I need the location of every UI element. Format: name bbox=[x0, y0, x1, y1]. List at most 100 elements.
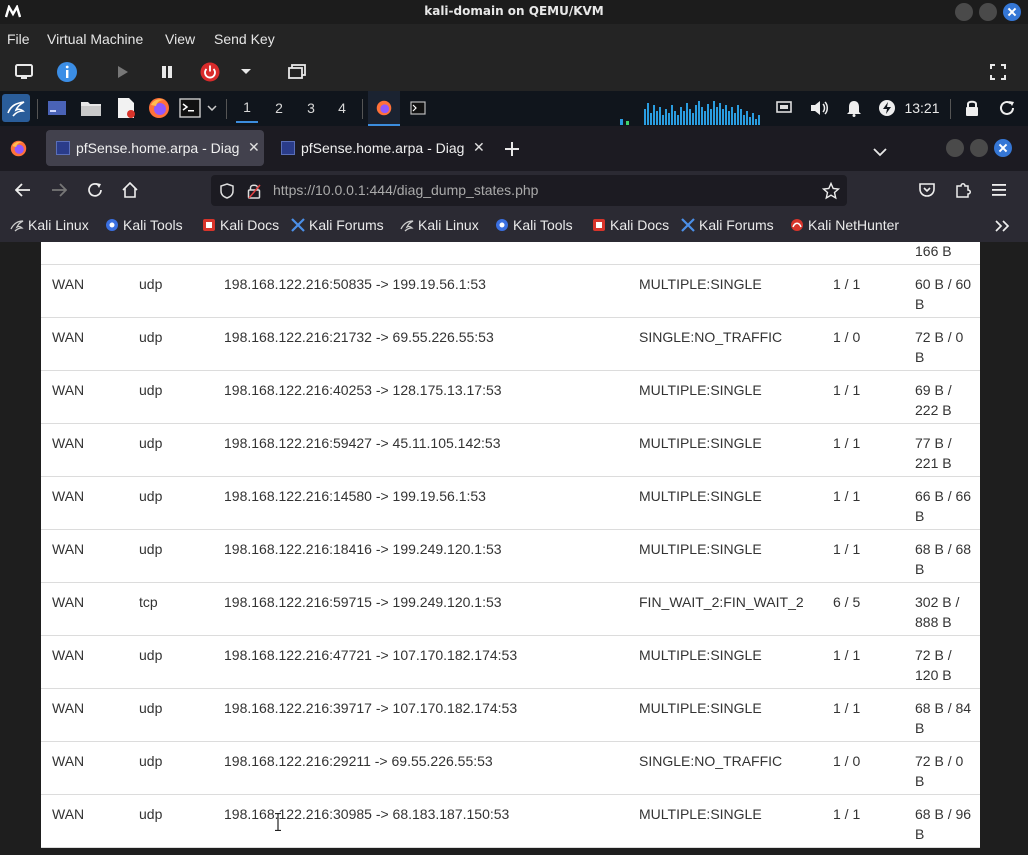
bookmarks-overflow-button[interactable] bbox=[994, 218, 1010, 237]
browser-close-button[interactable] bbox=[994, 139, 1012, 157]
terminal-launcher[interactable] bbox=[178, 97, 202, 119]
cell-interface: WAN bbox=[52, 329, 85, 345]
workspace-4[interactable]: 4 bbox=[331, 97, 353, 119]
close-button[interactable] bbox=[1003, 3, 1021, 21]
notifications-button[interactable] bbox=[844, 97, 864, 119]
firefox-tab-bar: pfSense.home.arpa - Diag ✕ pfSense.home.… bbox=[0, 126, 1028, 171]
close-tab-icon[interactable]: ✕ bbox=[248, 140, 260, 156]
tab-pfsense-1[interactable]: pfSense.home.arpa - Diag ✕ bbox=[46, 130, 264, 166]
bookmark-kali-linux[interactable]: Kali Linux bbox=[10, 217, 89, 233]
pause-button[interactable] bbox=[154, 61, 180, 83]
details-view-button[interactable] bbox=[54, 61, 80, 83]
firefox-view-button[interactable] bbox=[10, 140, 27, 161]
taskbar-terminal[interactable] bbox=[408, 97, 428, 119]
pfsense-favicon bbox=[56, 141, 70, 155]
cell-packets: 1 / 1 bbox=[833, 488, 861, 504]
table-row: WAN udp 198.168.122.216:21732 -> 69.55.226… bbox=[41, 318, 980, 371]
new-tab-button[interactable] bbox=[504, 138, 520, 162]
table-row: WAN udp 198.168.122.216:30985 -> 68.183.18… bbox=[41, 795, 980, 848]
menu-send-key[interactable]: Send Key bbox=[214, 31, 275, 47]
home-button[interactable] bbox=[119, 179, 141, 201]
forward-button[interactable] bbox=[48, 179, 70, 201]
fullscreen-icon bbox=[990, 64, 1006, 80]
table-row: WAN tcp 198.168.122.216:59715 -> 199.249.1… bbox=[41, 583, 980, 636]
menu-file[interactable]: File bbox=[7, 31, 30, 47]
plus-icon bbox=[505, 142, 519, 156]
workspace-3[interactable]: 3 bbox=[300, 97, 322, 119]
extensions-button[interactable] bbox=[952, 179, 974, 201]
app-menu-button[interactable] bbox=[988, 179, 1010, 201]
minimize-button[interactable] bbox=[955, 3, 973, 21]
browser-maximize-button[interactable] bbox=[970, 139, 988, 157]
bookmark-kali-docs[interactable]: Kali Docs bbox=[202, 217, 279, 233]
qemu-titlebar: kali-domain on QEMU/KVM bbox=[0, 0, 1028, 24]
cell-interface: WAN bbox=[52, 806, 85, 822]
file-manager-button[interactable] bbox=[80, 97, 102, 119]
shutdown-menu-button[interactable] bbox=[233, 61, 259, 83]
maximize-button[interactable] bbox=[979, 3, 997, 21]
back-button[interactable] bbox=[12, 179, 34, 201]
address-bar[interactable]: https://10.0.0.1:444/diag_dump_states.ph… bbox=[211, 175, 847, 206]
panel-separator bbox=[226, 99, 227, 119]
cell-state: FIN_WAIT_2:FIN_WAIT_2 bbox=[639, 594, 804, 610]
bookmark-kali-forums-2[interactable]: Kali Forums bbox=[681, 217, 774, 233]
bookmark-label: Kali Linux bbox=[418, 217, 479, 233]
monitor-icon bbox=[15, 64, 33, 79]
fullscreen-button[interactable] bbox=[985, 61, 1011, 83]
cell-bytes: 68 B / 68 B bbox=[915, 541, 972, 577]
cell-packets: 1 / 1 bbox=[833, 700, 861, 716]
qemu-toolbar bbox=[0, 55, 1028, 91]
cell-state: SINGLE:NO_TRAFFIC bbox=[639, 753, 783, 769]
star-icon[interactable] bbox=[822, 182, 840, 200]
workspace-1[interactable]: 1 bbox=[236, 93, 258, 123]
tab-pfsense-2[interactable]: pfSense.home.arpa - Diag ✕ bbox=[271, 130, 489, 166]
shutdown-button[interactable] bbox=[197, 61, 223, 83]
menu-view[interactable]: View bbox=[165, 31, 195, 47]
close-tab-icon[interactable]: ✕ bbox=[473, 140, 485, 156]
console-view-button[interactable] bbox=[11, 61, 37, 83]
volume-control[interactable] bbox=[808, 97, 830, 119]
cell-packets: 1 / 1 bbox=[833, 276, 861, 292]
browser-minimize-button[interactable] bbox=[946, 139, 964, 157]
snapshot-icon bbox=[288, 64, 306, 79]
text-editor-button[interactable] bbox=[115, 97, 137, 119]
cell-packets: 1 / 1 bbox=[833, 541, 861, 557]
bookmark-kali-tools-2[interactable]: Kali Tools bbox=[495, 217, 573, 233]
qemu-menubar: File Virtual Machine View Send Key bbox=[0, 24, 1028, 55]
network-indicator[interactable] bbox=[774, 97, 794, 119]
bookmark-kali-forums[interactable]: Kali Forums bbox=[291, 217, 384, 233]
bookmark-kali-nethunter[interactable]: Kali NetHunter bbox=[790, 217, 899, 233]
bookmark-kali-linux-2[interactable]: Kali Linux bbox=[400, 217, 479, 233]
snapshot-button[interactable] bbox=[284, 61, 310, 83]
power-manager-button[interactable] bbox=[877, 97, 897, 119]
kali-menu-button[interactable] bbox=[2, 94, 30, 122]
cell-protocol: tcp bbox=[139, 594, 158, 610]
bookmark-kali-tools[interactable]: Kali Tools bbox=[105, 217, 183, 233]
shield-icon[interactable] bbox=[220, 183, 234, 199]
clock[interactable]: 13:21 bbox=[904, 97, 940, 119]
taskbar-firefox[interactable] bbox=[368, 91, 400, 126]
bookmark-kali-docs-2[interactable]: Kali Docs bbox=[592, 217, 669, 233]
menu-virtual-machine[interactable]: Virtual Machine bbox=[47, 31, 143, 47]
cell-state: MULTIPLE:SINGLE bbox=[639, 647, 762, 663]
run-button[interactable] bbox=[110, 61, 136, 83]
workspace-2[interactable]: 2 bbox=[268, 97, 290, 119]
show-desktop-button[interactable] bbox=[46, 97, 68, 119]
info-icon bbox=[57, 62, 77, 82]
pocket-button[interactable] bbox=[916, 179, 938, 201]
terminal-menu-button[interactable] bbox=[205, 97, 219, 119]
chevron-down-icon bbox=[873, 148, 887, 157]
list-all-tabs-button[interactable] bbox=[873, 142, 887, 161]
lock-warning-icon[interactable] bbox=[247, 183, 261, 199]
cell-source-destination: 198.168.122.216:40253 -> 128.175.13.17:5… bbox=[224, 382, 502, 398]
cell-state: MULTIPLE:SINGLE bbox=[639, 382, 762, 398]
firefox-launcher[interactable] bbox=[148, 97, 170, 119]
reload-button[interactable] bbox=[84, 179, 106, 201]
lock-screen-button[interactable] bbox=[962, 97, 982, 119]
logout-button[interactable] bbox=[997, 97, 1017, 119]
cell-source-destination: 198.168.122.216:59715 -> 199.249.120.1:5… bbox=[224, 594, 502, 610]
cell-protocol: udp bbox=[139, 276, 163, 292]
states-table: 166 B WAN udp 198.168.122.216:50835 -> 199… bbox=[41, 242, 980, 848]
text-editor-icon bbox=[118, 98, 135, 118]
bookmark-label: Kali NetHunter bbox=[808, 217, 900, 233]
